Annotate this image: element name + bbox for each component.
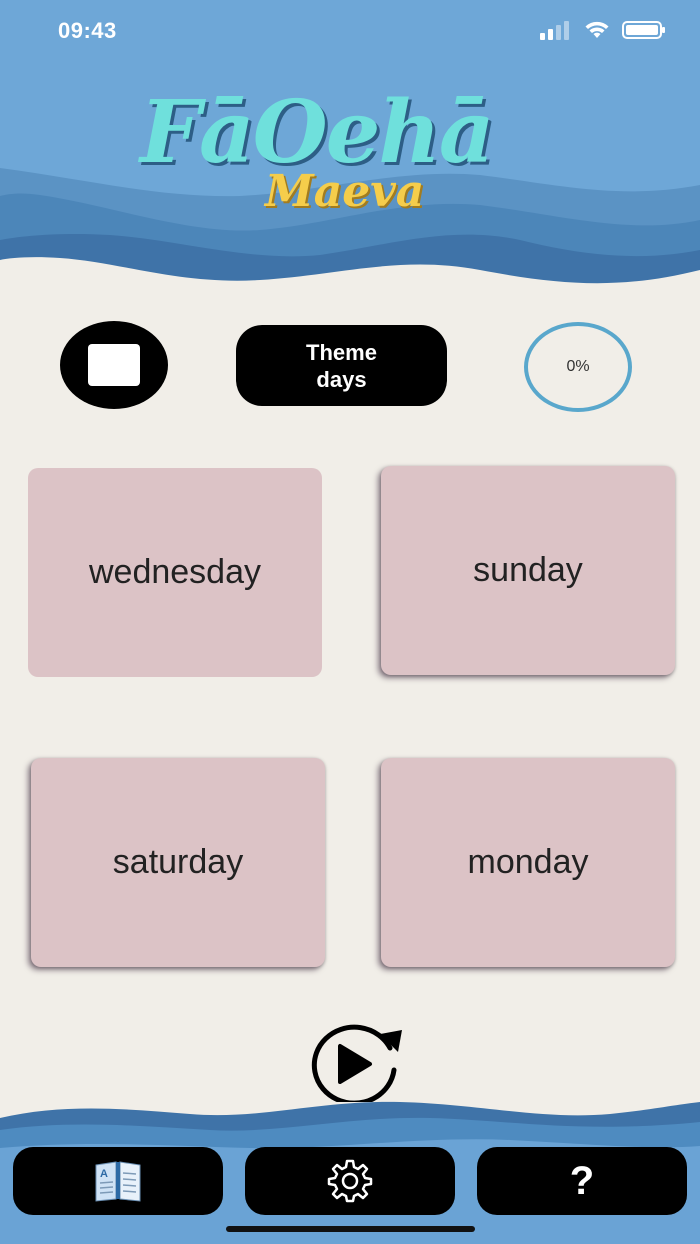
nav-help-button[interactable]: ? [477,1147,687,1215]
card-label: saturday [112,843,244,881]
gear-icon [327,1159,373,1203]
home-indicator [226,1226,475,1232]
signal-icon [540,21,569,40]
card-label: monday [467,843,589,881]
app-logo: FāOehā Maeva [140,90,560,240]
answer-card-monday[interactable]: monday [381,758,675,967]
answer-card-saturday[interactable]: saturday [31,758,325,967]
logo-subtitle: Maeva [265,166,425,217]
status-icons [540,20,666,40]
card-label: wednesday [88,553,261,591]
theme-days-label: Theme days [306,339,377,392]
wifi-icon [585,21,609,38]
card-label: sunday [473,551,583,589]
nav-settings-button[interactable] [245,1147,455,1215]
answer-card-sunday[interactable]: sunday [381,466,675,675]
svg-text:A: A [100,1168,108,1180]
battery-icon [622,21,665,39]
status-bar: 09:43 [0,0,700,64]
status-time: 09:43 [58,18,117,43]
header: 09:43 FāOehā Maeva [0,0,700,300]
glossary-book-icon: A [95,1161,141,1202]
nav-glossary-button[interactable]: A [13,1147,223,1215]
stop-square-icon [88,344,140,386]
stop-button[interactable] [60,321,168,409]
answer-card-wednesday[interactable]: wednesday [28,468,322,677]
theme-days-button[interactable]: Theme days [236,325,447,406]
help-icon: ? [569,1158,595,1203]
logo-title: FāOehā [140,82,495,183]
progress-label: 0% [566,358,590,375]
progress-indicator: 0% [524,322,632,412]
